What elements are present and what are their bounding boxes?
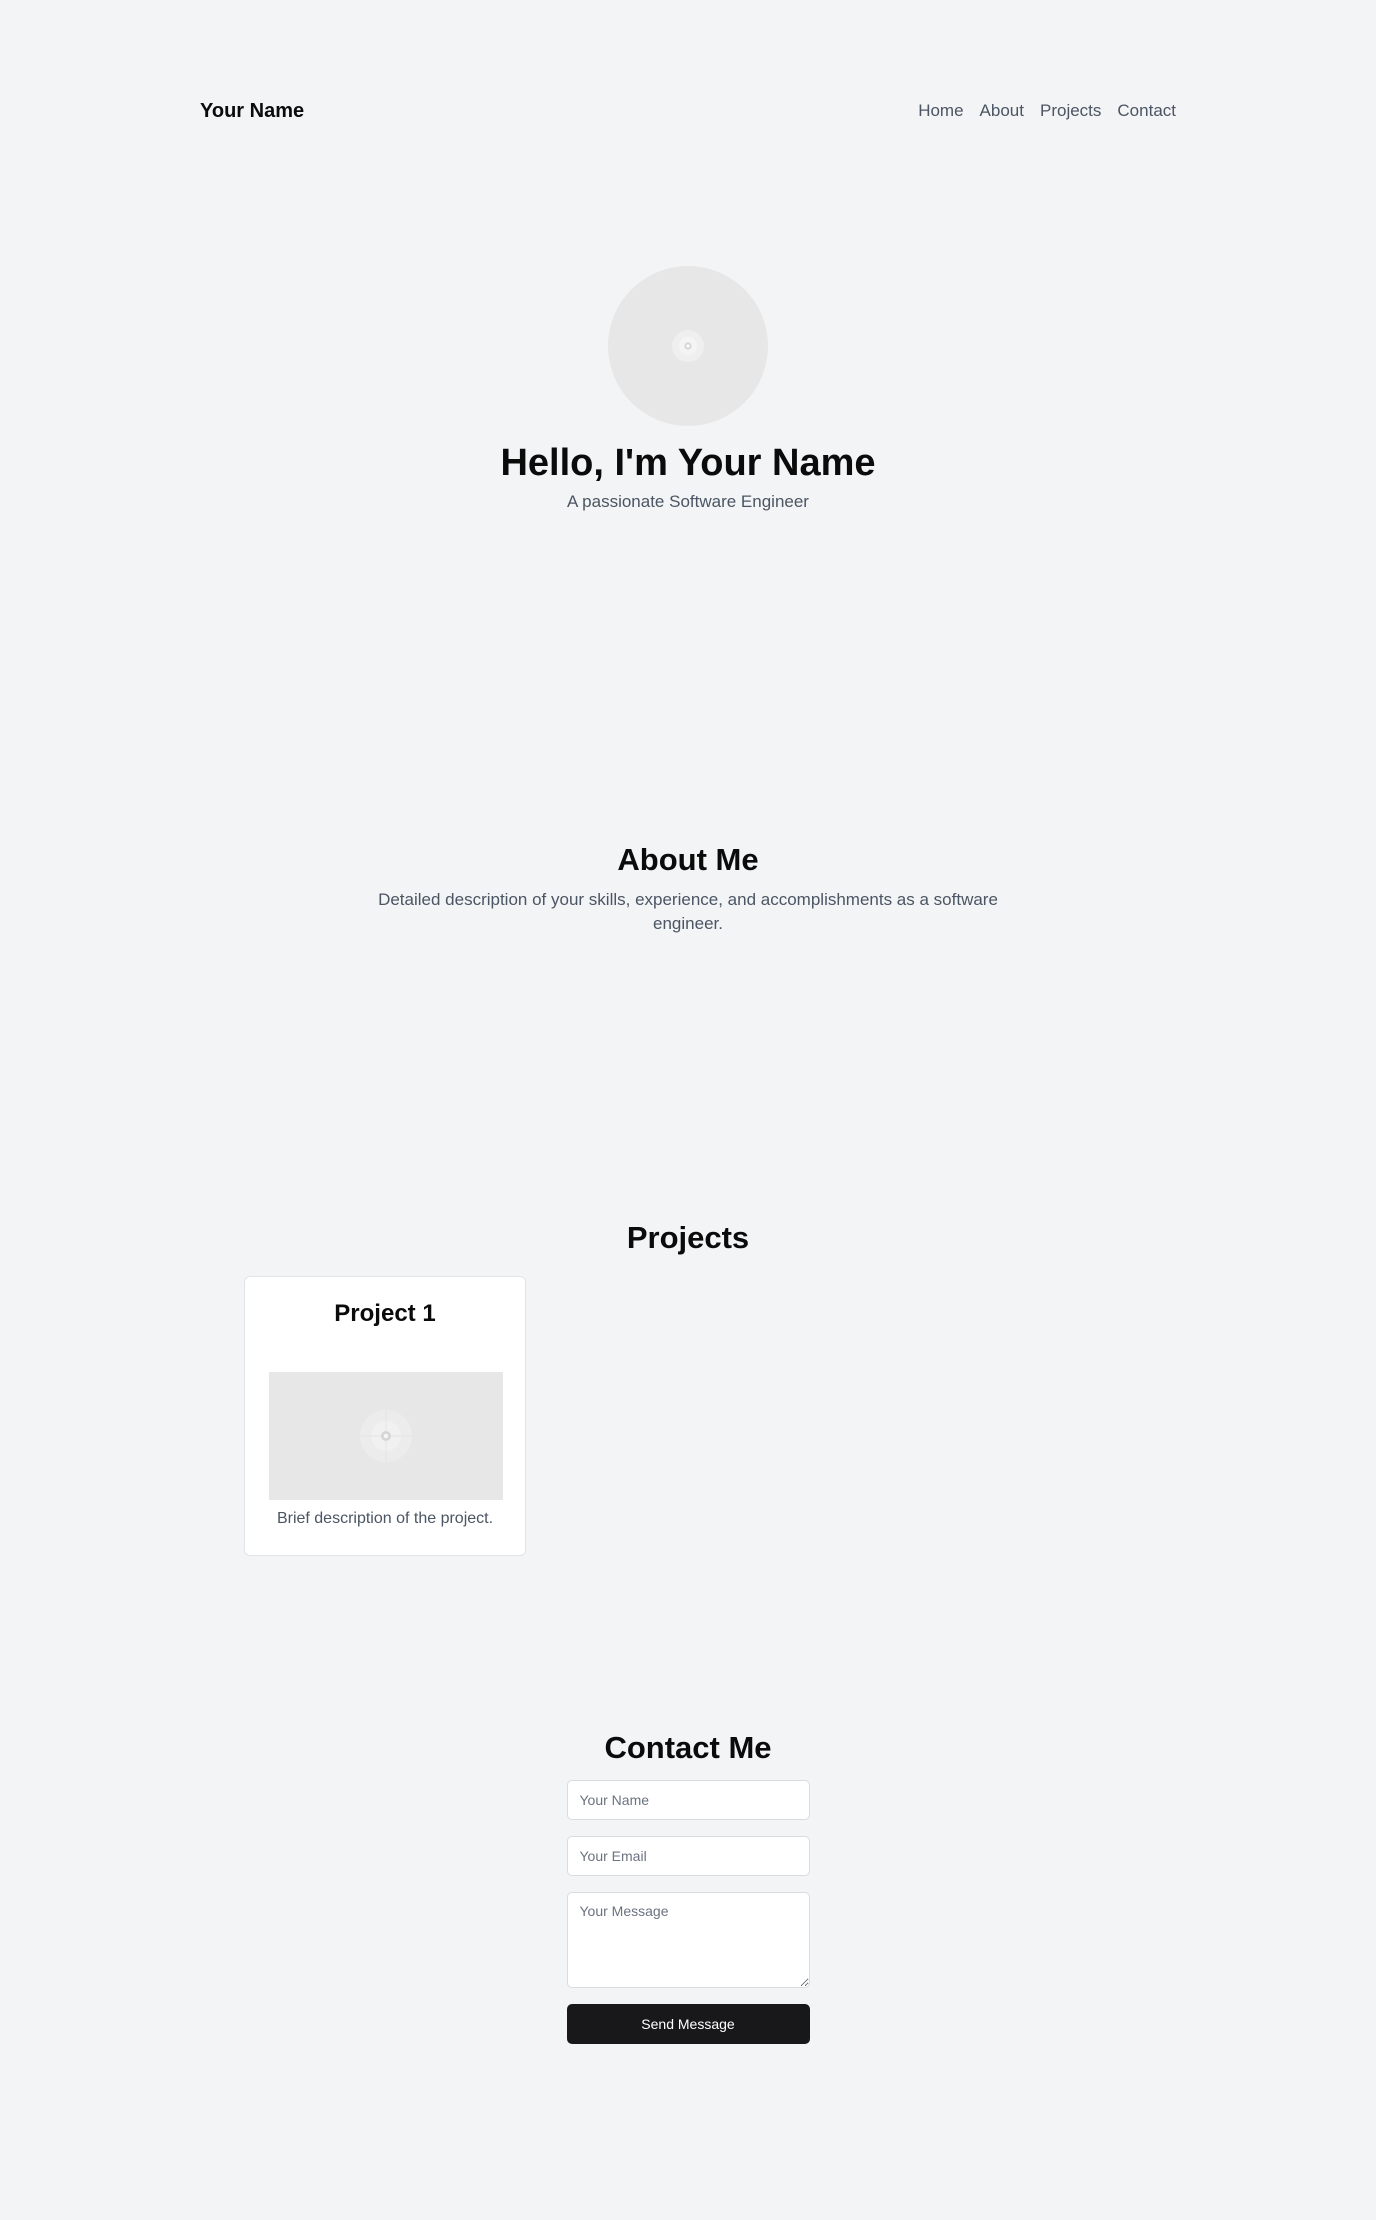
- name-field[interactable]: [566, 1780, 810, 1820]
- project-card[interactable]: Project 1 Brief description of the proje…: [244, 1276, 526, 1556]
- main-nav: Home About Projects Contact: [918, 101, 1176, 121]
- nav-home-link[interactable]: Home: [918, 101, 963, 121]
- project-description: Brief description of the project.: [276, 1510, 494, 1527]
- about-section: About Me Detailed description of your sk…: [0, 840, 1376, 936]
- site-header: Your Name Home About Projects Contact: [200, 96, 1176, 126]
- send-message-button[interactable]: Send Message: [566, 2004, 810, 2044]
- about-text: Detailed description of your skills, exp…: [378, 890, 998, 933]
- projects-title: Projects: [626, 1220, 750, 1255]
- hero-section: Hello, I'm Your Name A passionate Softwa…: [0, 266, 1376, 512]
- nav-projects-link[interactable]: Projects: [1040, 101, 1101, 121]
- projects-section: Projects Project 1 Brief description of …: [0, 1218, 1376, 1556]
- brand-name[interactable]: Your Name: [200, 100, 304, 123]
- hero-title: Hello, I'm Your Name: [500, 442, 876, 484]
- nav-about-link[interactable]: About: [980, 101, 1024, 121]
- image-placeholder-icon: [360, 1410, 412, 1462]
- contact-title: Contact Me: [604, 1730, 772, 1765]
- project-image: [269, 1372, 503, 1500]
- hero-subtitle: A passionate Software Engineer: [567, 492, 809, 511]
- avatar: [608, 266, 768, 426]
- contact-section: Contact Me Send Message: [0, 1728, 1376, 2044]
- project-title: Project 1: [334, 1300, 436, 1327]
- nav-contact-link[interactable]: Contact: [1117, 101, 1176, 121]
- about-title: About Me: [617, 842, 759, 877]
- email-field[interactable]: [566, 1836, 810, 1876]
- image-placeholder-icon: [672, 330, 704, 362]
- contact-form: Send Message: [566, 1780, 810, 2044]
- message-field[interactable]: [566, 1892, 810, 1988]
